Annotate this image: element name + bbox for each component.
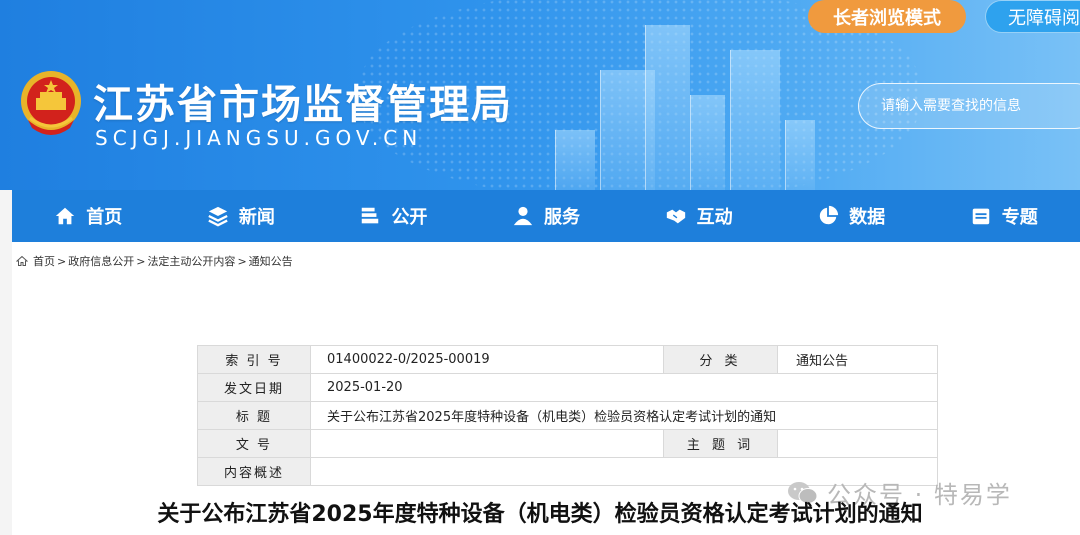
category-label: 分 类 bbox=[663, 345, 778, 374]
breadcrumb: 首页 > 政府信息公开 > 法定主动公开内容 > 通知公告 bbox=[16, 253, 293, 269]
header-banner: 江苏省市场监督管理局 SCJGJ.JIANGSU.GOV.CN 长者浏览模式 无… bbox=[0, 0, 1080, 190]
layers-icon bbox=[208, 206, 228, 227]
building-decoration bbox=[785, 120, 815, 190]
breadcrumb-separator: > bbox=[136, 254, 146, 268]
nav-item-data[interactable]: 数据 bbox=[775, 190, 928, 242]
nav-item-open[interactable]: 公开 bbox=[317, 190, 470, 242]
pie-icon bbox=[819, 205, 839, 225]
nav-label: 公开 bbox=[391, 207, 428, 228]
table-row: 索 引 号 01400022-0/2025-00019 分 类 通知公告 bbox=[197, 345, 938, 374]
document-title: 关于公布江苏省2025年度特种设备（机电类）检验员资格认定考试计划的通知 bbox=[157, 502, 923, 527]
breadcrumb-separator: > bbox=[237, 254, 247, 268]
search-input[interactable] bbox=[881, 98, 1080, 114]
category-value: 通知公告 bbox=[777, 345, 938, 374]
left-edge bbox=[0, 190, 12, 535]
accessibility-button[interactable]: 无障碍阅读 bbox=[985, 0, 1080, 33]
nav-label: 互动 bbox=[696, 207, 733, 228]
nav-item-interact[interactable]: 互动 bbox=[622, 190, 775, 242]
date-value: 2025-01-20 bbox=[310, 373, 938, 402]
national-emblem-icon bbox=[21, 71, 81, 135]
nav-item-topic[interactable]: 专题 bbox=[927, 190, 1080, 242]
date-label: 发文日期 bbox=[197, 373, 311, 402]
summary-label: 内容概述 bbox=[197, 457, 311, 486]
building-decoration bbox=[645, 25, 690, 190]
nav-item-service[interactable]: 服务 bbox=[470, 190, 623, 242]
calendar-icon bbox=[972, 208, 989, 225]
building-decoration bbox=[730, 50, 780, 190]
building-decoration bbox=[690, 95, 725, 190]
docno-label: 文 号 bbox=[197, 429, 311, 458]
search-box[interactable] bbox=[858, 83, 1080, 129]
building-decoration bbox=[555, 130, 595, 190]
docno-value bbox=[310, 429, 664, 458]
breadcrumb-item[interactable]: 首页 bbox=[33, 253, 55, 269]
table-row: 发文日期 2025-01-20 bbox=[197, 373, 938, 402]
index-value: 01400022-0/2025-00019 bbox=[310, 345, 664, 374]
title-value: 关于公布江苏省2025年度特种设备（机电类）检验员资格认定考试计划的通知 bbox=[310, 401, 938, 430]
stack-icon bbox=[362, 207, 379, 224]
nav-item-home[interactable]: 首页 bbox=[12, 190, 165, 242]
breadcrumb-item[interactable]: 政府信息公开 bbox=[68, 253, 134, 269]
home-icon bbox=[56, 207, 75, 225]
index-label: 索 引 号 bbox=[197, 345, 311, 374]
subject-label: 主 题 词 bbox=[663, 429, 778, 458]
elder-mode-button[interactable]: 长者浏览模式 bbox=[808, 0, 966, 33]
subject-value bbox=[777, 429, 938, 458]
title-label: 标 题 bbox=[197, 401, 311, 430]
table-row: 文 号 主 题 词 bbox=[197, 429, 938, 458]
document-info-table: 索 引 号 01400022-0/2025-00019 分 类 通知公告 发文日… bbox=[197, 345, 938, 486]
table-row: 标 题 关于公布江苏省2025年度特种设备（机电类）检验员资格认定考试计划的通知 bbox=[197, 401, 938, 430]
nav-label: 专题 bbox=[1001, 207, 1038, 228]
site-domain: SCJGJ.JIANGSU.GOV.CN bbox=[95, 126, 423, 150]
nav-label: 服务 bbox=[544, 207, 581, 228]
users-icon bbox=[513, 206, 533, 226]
breadcrumb-separator: > bbox=[57, 254, 67, 268]
nav-label: 数据 bbox=[849, 207, 886, 228]
handshake-icon bbox=[666, 209, 685, 224]
breadcrumb-item[interactable]: 法定主动公开内容 bbox=[147, 253, 235, 269]
site-title: 江苏省市场监督管理局 bbox=[93, 82, 513, 128]
nav-label: 首页 bbox=[86, 207, 123, 228]
nav-item-news[interactable]: 新闻 bbox=[165, 190, 318, 242]
nav-label: 新闻 bbox=[238, 207, 275, 228]
page: 江苏省市场监督管理局 SCJGJ.JIANGSU.GOV.CN 长者浏览模式 无… bbox=[0, 0, 1080, 535]
breadcrumb-item[interactable]: 通知公告 bbox=[249, 253, 293, 269]
main-nav: 首页 新闻 公开 服务 互动 数据 专题 bbox=[12, 190, 1080, 242]
home-icon bbox=[16, 255, 28, 266]
